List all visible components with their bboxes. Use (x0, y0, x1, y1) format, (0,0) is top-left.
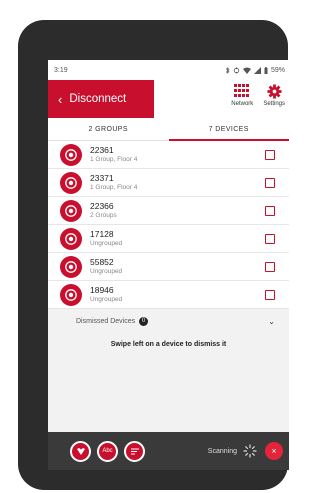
app-screen: 3:19 59% ‹ Disconnect Network Settings 2… (48, 60, 289, 470)
settings-label: Settings (263, 101, 285, 107)
phone-frame: 3:19 59% ‹ Disconnect Network Settings 2… (18, 20, 289, 490)
swipe-hint: Swipe left on a device to dismiss it (110, 341, 227, 348)
scanning-label: Scanning (207, 447, 237, 455)
device-icon (60, 283, 82, 306)
stop-scan-button[interactable]: × (265, 442, 283, 460)
abc-button[interactable]: Abc (97, 440, 118, 462)
device-name: 22361 (90, 144, 114, 155)
device-icon (60, 199, 82, 222)
list-item[interactable]: 17128 Ungrouped (48, 225, 289, 253)
device-group: Ungrouped (90, 267, 123, 275)
device-text: 22366 2 Groups (90, 201, 265, 221)
tab-bar: 2 GROUPS 7 DEVICES (48, 118, 289, 141)
bottom-bar: Abc Scanning × (48, 432, 289, 470)
device-checkbox[interactable] (265, 289, 275, 300)
device-group: Ungrouped (90, 239, 123, 247)
gear-icon (267, 84, 282, 99)
device-checkbox[interactable] (265, 177, 275, 188)
device-name: 22366 (90, 200, 114, 211)
status-icons: 59% (225, 66, 285, 74)
dismissed-devices-toggle[interactable]: Dismissed Devices 0 ⌄ (48, 309, 289, 333)
status-bar: 3:19 59% (48, 60, 289, 80)
network-grid-icon (234, 84, 250, 98)
device-name: 55852 (90, 256, 114, 267)
list-item[interactable]: 55852 Ungrouped (48, 253, 289, 281)
wifi-icon (242, 67, 251, 74)
device-checkbox[interactable] (265, 149, 275, 160)
device-icon (60, 143, 82, 166)
device-group: Ungrouped (90, 295, 123, 303)
device-list: 22361 1 Group, Floor 4 23371 1 Group, Fl… (48, 141, 289, 309)
battery-percent: 59% (270, 66, 285, 74)
device-icon (60, 255, 82, 278)
device-group: 1 Group, Floor 4 (90, 155, 138, 163)
disconnect-label: Disconnect (69, 93, 127, 105)
tab-devices[interactable]: 7 DEVICES (168, 118, 290, 141)
device-icon (60, 227, 82, 250)
device-name: 17128 (90, 228, 114, 239)
device-text: 23371 1 Group, Floor 4 (90, 173, 265, 193)
device-group: 2 Groups (90, 211, 117, 219)
signal-icon (253, 66, 261, 74)
list-item[interactable]: 22361 1 Group, Floor 4 (48, 141, 289, 169)
device-text: 55852 Ungrouped (90, 257, 265, 277)
list-item[interactable]: 23371 1 Group, Floor 4 (48, 169, 289, 197)
battery-icon (264, 66, 268, 74)
dismissed-count-badge: 0 (139, 316, 149, 326)
device-checkbox[interactable] (265, 261, 275, 272)
settings-button[interactable]: Settings (263, 84, 285, 107)
chevron-down-icon: ⌄ (268, 316, 275, 326)
device-group: 1 Group, Floor 4 (90, 183, 138, 191)
network-button[interactable]: Network (231, 84, 253, 107)
network-label: Network (231, 101, 254, 107)
device-checkbox[interactable] (265, 205, 275, 216)
filter-button[interactable] (124, 440, 145, 462)
disconnect-button[interactable]: ‹ Disconnect (48, 80, 154, 118)
app-header: ‹ Disconnect Network Settings (48, 80, 289, 118)
device-icon (60, 171, 82, 194)
device-name: 23371 (90, 172, 114, 183)
sync-icon (233, 67, 240, 73)
bluetooth-icon (225, 66, 230, 74)
tab-groups[interactable]: 2 GROUPS (48, 118, 169, 140)
spinner-icon (243, 444, 257, 458)
chevron-left-icon: ‹ (58, 91, 63, 107)
heart-icon (76, 447, 85, 455)
device-text: 18946 Ungrouped (90, 285, 265, 305)
status-time: 3:19 (54, 66, 68, 74)
device-checkbox[interactable] (265, 233, 275, 244)
header-actions: Network Settings (154, 80, 289, 118)
filter-icon (130, 448, 139, 454)
device-name: 18946 (90, 284, 114, 295)
device-text: 17128 Ungrouped (90, 229, 265, 249)
dismissed-label: Dismissed Devices (76, 317, 136, 325)
list-item[interactable]: 18946 Ungrouped (48, 281, 289, 309)
heart-button[interactable] (70, 440, 91, 462)
list-item[interactable]: 22366 2 Groups (48, 197, 289, 225)
device-text: 22361 1 Group, Floor 4 (90, 145, 265, 165)
